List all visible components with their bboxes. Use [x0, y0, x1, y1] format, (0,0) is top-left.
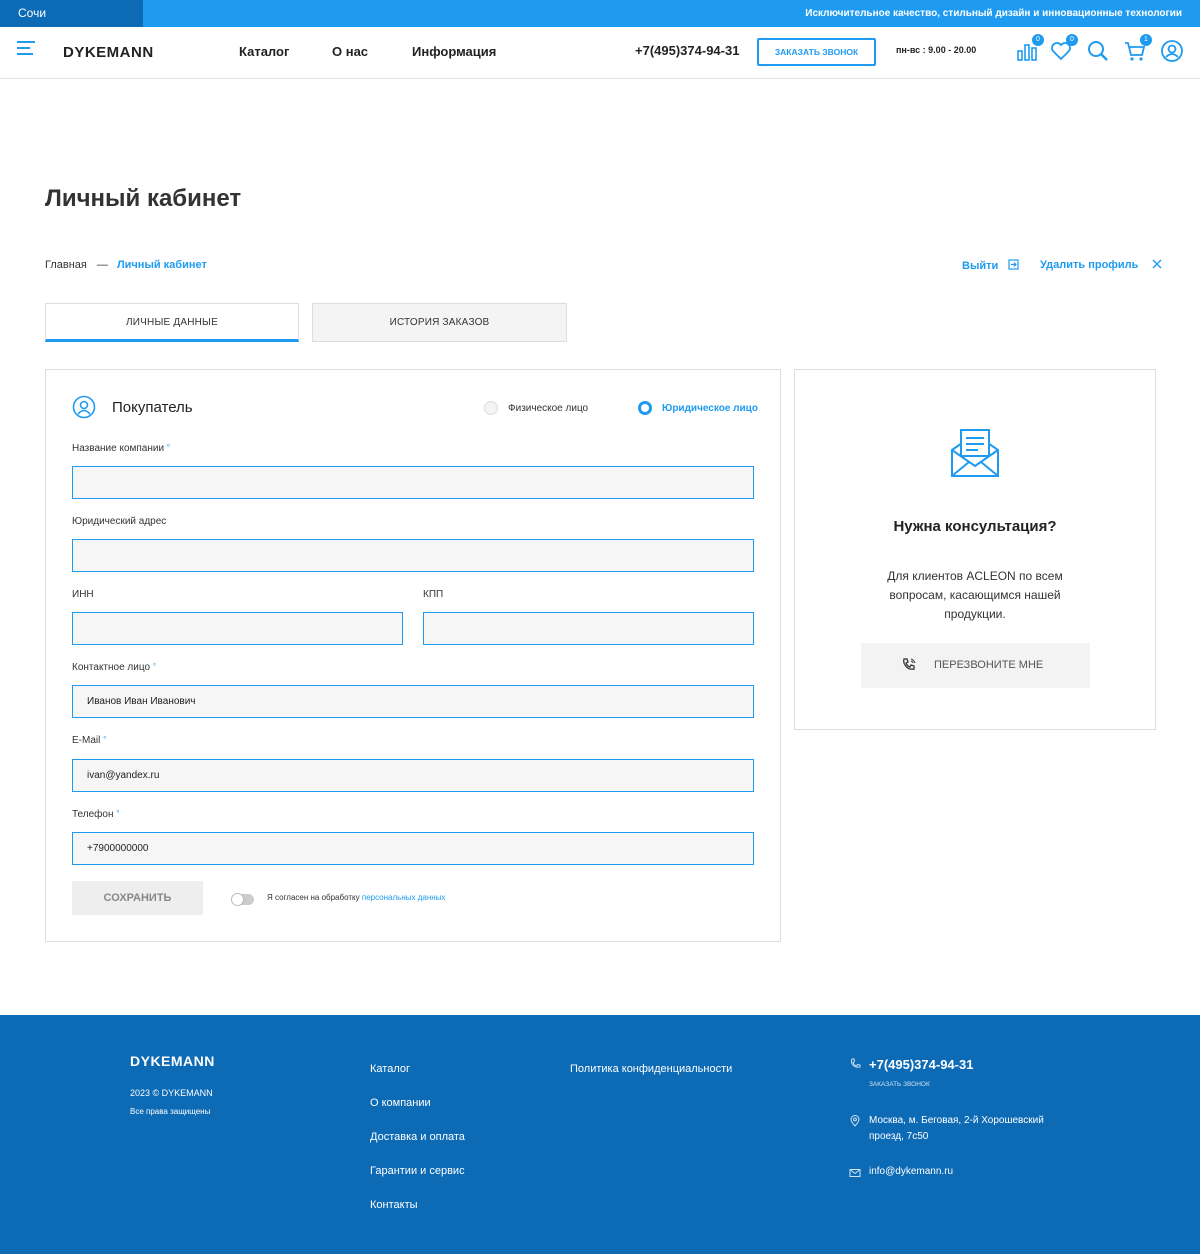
- address-label: Юридический адрес: [72, 516, 167, 527]
- nav-about[interactable]: О нас: [332, 44, 368, 59]
- email-label: E-Mail °: [72, 735, 107, 746]
- footer-link-about[interactable]: О компании: [370, 1097, 431, 1109]
- city-selector[interactable]: Сочи: [0, 0, 143, 27]
- save-button[interactable]: СОХРАНИТЬ: [72, 881, 203, 915]
- tab-order-history[interactable]: ИСТОРИЯ ЗАКАЗОВ: [312, 303, 567, 342]
- footer-copyright: 2023 © DYKEMANN: [130, 1088, 213, 1098]
- footer-link-privacy[interactable]: Политика конфиденциальности: [570, 1063, 732, 1075]
- profile-icon[interactable]: [1160, 39, 1184, 63]
- address-field[interactable]: [72, 539, 754, 572]
- callback-label: ПЕРЕЗВОНИТЕ МНЕ: [934, 659, 1044, 671]
- company-field[interactable]: [72, 466, 754, 499]
- contact-label: Контактное лицо °: [72, 662, 157, 673]
- user-icon: [72, 395, 96, 419]
- footer-address: Москва, м. Беговая, 2-й Хорошевский прое…: [869, 1115, 1044, 1142]
- radio-individual[interactable]: Физическое лицо: [484, 401, 588, 415]
- email-field[interactable]: ivan@yandex.ru: [72, 759, 754, 792]
- cart-badge: 1: [1140, 34, 1152, 46]
- consult-title: Нужна консультация?: [893, 518, 1057, 535]
- delete-profile-label: Удалить профиль: [1040, 259, 1139, 271]
- consent-toggle[interactable]: [231, 893, 254, 906]
- tab-personal-data[interactable]: ЛИЧНЫЕ ДАННЫЕ: [45, 303, 299, 342]
- slogan: Исключительное качество, стильный дизайн…: [805, 8, 1182, 19]
- phone-label: Телефон °: [72, 809, 120, 820]
- logout-link[interactable]: Выйти: [962, 259, 1019, 272]
- working-hours: пн-вс : 9.00 - 20.00: [896, 45, 977, 55]
- footer-logo[interactable]: DYKEMANN: [130, 1053, 215, 1069]
- favorites-icon[interactable]: 0: [1049, 34, 1078, 63]
- form-title: Покупатель: [112, 399, 193, 416]
- location-icon: [850, 1115, 860, 1127]
- nav-catalog[interactable]: Каталог: [239, 44, 289, 59]
- breadcrumb-current: Личный кабинет: [116, 259, 207, 271]
- top-bar: Сочи Исключительное качество, стильный д…: [0, 0, 1200, 27]
- footer-link-contacts[interactable]: Контакты: [370, 1199, 418, 1211]
- delete-profile-link[interactable]: Удалить профиль: [1040, 259, 1162, 271]
- kpp-field[interactable]: [423, 612, 754, 645]
- footer-link-warranty[interactable]: Гарантии и сервис: [370, 1165, 465, 1177]
- logout-icon: [1008, 259, 1019, 270]
- footer: DYKEMANN 2023 © DYKEMANN Все права защищ…: [0, 1015, 1200, 1254]
- footer-rights: Все права защищены: [130, 1107, 211, 1116]
- radio-legal[interactable]: Юридическое лицо: [638, 401, 758, 415]
- header: DYKEMANN Каталог О нас Информация +7(495…: [0, 27, 1200, 79]
- footer-link-catalog[interactable]: Каталог: [370, 1063, 410, 1075]
- close-icon: [1152, 259, 1161, 269]
- logo[interactable]: DYKEMANN: [63, 44, 154, 61]
- radio-legal-label: Юридическое лицо: [662, 402, 758, 414]
- inn-label: ИНН: [72, 589, 94, 600]
- order-call-button[interactable]: ЗАКАЗАТЬ ЗВОНОК: [757, 38, 876, 66]
- breadcrumb: Главная — Личный кабинет: [45, 259, 207, 271]
- footer-link-delivery[interactable]: Доставка и оплата: [370, 1131, 465, 1143]
- radio-individual-dot: [484, 401, 498, 415]
- company-label: Название компании °: [72, 443, 171, 454]
- callback-button[interactable]: ПЕРЕЗВОНИТЕ МНЕ: [861, 643, 1090, 688]
- privacy-link[interactable]: персональных данных: [362, 893, 446, 902]
- search-icon[interactable]: [1086, 39, 1110, 63]
- compare-badge: 0: [1032, 34, 1044, 46]
- header-phone[interactable]: +7(495)374-94-31: [635, 43, 739, 58]
- kpp-label: КПП: [423, 589, 444, 600]
- page-title: Личный кабинет: [45, 185, 242, 212]
- favorites-badge: 0: [1066, 34, 1078, 46]
- breadcrumb-separator: —: [96, 259, 108, 271]
- consultation-card: Нужна консультация? Для клиентов ACLEON …: [794, 369, 1156, 730]
- nav-info[interactable]: Информация: [412, 44, 496, 59]
- inn-field[interactable]: [72, 612, 403, 645]
- mail-icon: [849, 1169, 861, 1177]
- phone-icon: [850, 1058, 861, 1068]
- cart-icon[interactable]: 1: [1123, 34, 1152, 63]
- breadcrumb-home[interactable]: Главная: [45, 259, 87, 271]
- footer-phone[interactable]: +7(495)374-94-31: [869, 1057, 973, 1072]
- footer-email[interactable]: info@dykemann.ru: [869, 1166, 953, 1177]
- envelope-icon: [951, 429, 999, 477]
- logout-label: Выйти: [962, 260, 999, 272]
- buyer-form: Покупатель Физическое лицо Юридическое л…: [45, 369, 781, 942]
- footer-call-link[interactable]: ЗАКАЗАТЬ ЗВОНОК: [869, 1081, 930, 1088]
- radio-legal-dot: [638, 401, 652, 415]
- phone-field[interactable]: +7900000000: [72, 832, 754, 865]
- contact-field[interactable]: Иванов Иван Иванович: [72, 685, 754, 718]
- compare-icon[interactable]: 0: [1015, 34, 1044, 63]
- radio-individual-label: Физическое лицо: [508, 402, 589, 414]
- consent-text: Я согласен на обработку персональных дан…: [267, 893, 446, 902]
- consult-text: Для клиентов ACLEON по всем вопросам, ка…: [887, 569, 1063, 621]
- menu-icon[interactable]: [17, 41, 35, 57]
- phone-icon: [902, 658, 916, 670]
